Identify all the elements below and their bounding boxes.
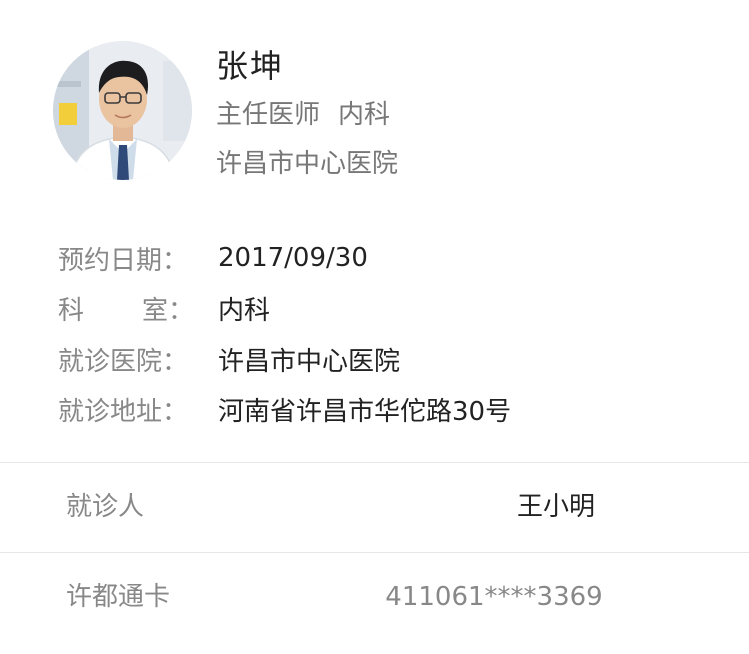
doctor-name: 张坤 <box>216 47 285 85</box>
doctor-title: 主任医师 <box>216 100 321 130</box>
appointment-date-row: 预约日期： 2017/09/30 <box>58 233 738 284</box>
patient-label: 就诊人 <box>66 492 145 522</box>
address-label: 就诊地址： <box>58 397 189 428</box>
hospital-value: 许昌市中心医院 <box>218 346 401 377</box>
card-number: 411061****3369 <box>385 582 603 612</box>
doctor-portrait-icon <box>53 41 192 180</box>
doctor-title-line: 主任医师 内科 <box>216 97 390 133</box>
card-label: 许都通卡 <box>66 582 171 612</box>
doctor-card: 张坤 主任医师 内科 许昌市中心医院 <box>0 0 749 200</box>
address-row: 就诊地址： 河南省许昌市华佗路30号 <box>58 385 738 436</box>
department-row: 科 室： 内科 <box>58 284 738 335</box>
department-value: 内科 <box>218 296 271 327</box>
card-row[interactable]: 许都通卡 411061****3369 <box>0 553 749 643</box>
doctor-department: 内科 <box>338 100 391 130</box>
appointment-date-value: 2017/09/30 <box>218 243 368 274</box>
department-label-left: 科 <box>58 296 85 327</box>
patient-value: 王小明 <box>516 492 595 522</box>
department-label-right: 室： <box>141 296 194 327</box>
appointment-info-list: 预约日期： 2017/09/30 科 室： 内科 就诊医院： 许昌市中心医院 就… <box>58 233 738 435</box>
address-value: 河南省许昌市华佗路30号 <box>218 397 512 428</box>
doctor-avatar <box>53 41 192 180</box>
hospital-row: 就诊医院： 许昌市中心医院 <box>58 334 738 385</box>
appointment-date-label: 预约日期： <box>58 245 189 276</box>
doctor-hospital: 许昌市中心医院 <box>216 149 399 179</box>
hospital-label: 就诊医院： <box>58 346 189 377</box>
patient-row[interactable]: 就诊人 王小明 <box>0 463 749 553</box>
department-label: 科 室： <box>58 290 194 327</box>
